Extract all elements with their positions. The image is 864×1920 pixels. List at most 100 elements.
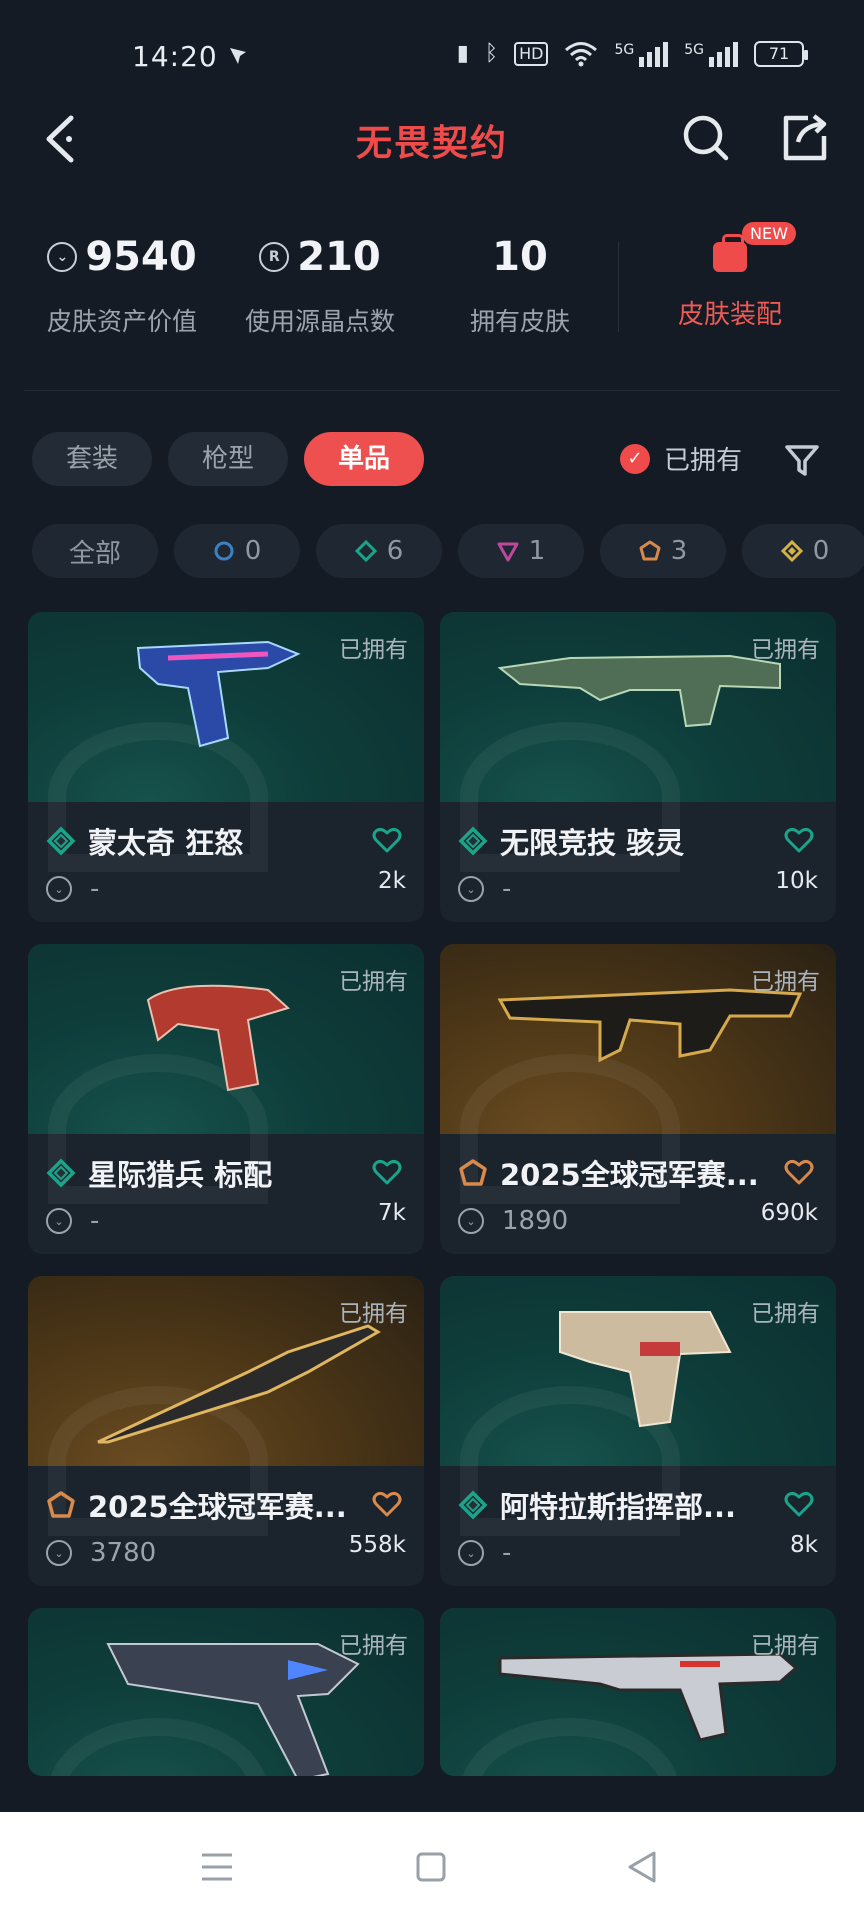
price-row: ⌄ - xyxy=(458,1538,511,1568)
skin-card[interactable]: 已拥有 xyxy=(28,1608,424,1776)
rarity-filter-row: 全部 0 6 1 3 0 xyxy=(32,524,864,580)
price-row: ⌄ 1890 xyxy=(458,1206,568,1236)
square-home-icon xyxy=(416,1852,446,1882)
search-icon xyxy=(683,115,729,161)
signal-bar-icon xyxy=(639,56,645,67)
skin-card[interactable]: 已拥有阿特拉斯指挥部... ⌄ - 8k xyxy=(440,1276,836,1586)
skin-name: 星际猎兵 标配 xyxy=(88,1158,273,1192)
stat-label: 皮肤资产价值 xyxy=(46,307,197,336)
premium-tier-icon xyxy=(497,542,519,562)
skin-card[interactable]: 已拥有 xyxy=(440,1608,836,1776)
skin-price: 3780 xyxy=(90,1538,157,1568)
tab-bundle[interactable]: 套装 xyxy=(32,432,153,486)
rarity-chip-all[interactable]: 全部 xyxy=(32,524,158,578)
rarity-chip-deluxe[interactable]: 6 xyxy=(316,524,442,578)
stat-value: 210 xyxy=(297,234,381,280)
back-nav-button[interactable] xyxy=(618,1842,668,1892)
owned-label: 已拥有 xyxy=(751,637,820,663)
signal-bar-icon xyxy=(717,51,722,67)
skin-artwork-area: 已拥有 xyxy=(28,1608,424,1776)
owned-label: 已拥有 xyxy=(751,1301,820,1327)
signal-bar-icon xyxy=(647,51,653,67)
skin-card[interactable]: 已拥有 2025全球冠军赛... ⌄ 1890 690k xyxy=(440,944,836,1254)
share-button[interactable] xyxy=(778,112,830,164)
skin-price: - xyxy=(90,874,100,904)
skin-card[interactable]: 已拥有 蒙太奇 狂怒 ⌄ - 2k xyxy=(28,612,424,922)
signal-2: 5G xyxy=(684,41,738,67)
asset-stats: ⌄ 9540 皮肤资产价值 R 210 使用源晶点数 10 拥有皮肤 NEW 皮… xyxy=(0,222,864,350)
stat-radianite: R 210 使用源晶点数 xyxy=(236,230,404,338)
deluxe-tier-icon xyxy=(354,540,377,562)
bag-icon xyxy=(713,234,747,272)
filter-button[interactable] xyxy=(782,440,822,480)
deluxe-tier-icon xyxy=(458,1490,488,1520)
skin-name: 无限竞技 骇灵 xyxy=(500,826,685,860)
triangle-back-icon xyxy=(628,1851,656,1883)
skin-loadout-button[interactable]: NEW 皮肤装配 xyxy=(650,222,810,331)
home-button[interactable] xyxy=(406,1842,456,1892)
vp-coin-icon: ⌄ xyxy=(458,1208,484,1234)
stat-label: 拥有皮肤 xyxy=(469,307,570,336)
like-count: 8k xyxy=(790,1532,818,1558)
skin-card[interactable]: 已拥有 无限竞技 骇灵 ⌄ - 10k xyxy=(440,612,836,922)
skin-name-row: 蒙太奇 狂怒 xyxy=(46,820,406,862)
like-count: 690k xyxy=(760,1200,818,1226)
skin-artwork-area: 已拥有 xyxy=(440,944,836,1204)
skin-card[interactable]: 已拥有 2025全球冠军赛... ⌄ 3780 558k xyxy=(28,1276,424,1586)
battery-icon: 71 xyxy=(754,41,808,67)
vp-coin-icon: ⌄ xyxy=(458,876,484,902)
rarity-count: 6 xyxy=(386,536,404,566)
skin-name: 阿特拉斯指挥部... xyxy=(500,1490,737,1524)
rarity-chip-ultra[interactable]: 0 xyxy=(742,524,864,578)
stat-asset-value: ⌄ 9540 皮肤资产价值 xyxy=(38,230,206,338)
deluxe-tier-icon xyxy=(46,1158,76,1188)
favorite-button[interactable] xyxy=(372,826,402,854)
select-tier-icon xyxy=(214,541,234,561)
owned-label: 已拥有 xyxy=(751,1633,820,1659)
category-tabs: 套装 枪型 单品 xyxy=(32,432,425,486)
menu-button[interactable] xyxy=(192,1842,242,1892)
tab-weapon-type[interactable]: 枪型 xyxy=(168,432,289,486)
owned-filter-toggle[interactable]: ✓ 已拥有 xyxy=(620,440,742,477)
favorite-button[interactable] xyxy=(784,1158,814,1186)
like-count: 7k xyxy=(378,1200,406,1226)
vp-coin-icon: ⌄ xyxy=(47,242,78,272)
rarity-chip-premium[interactable]: 1 xyxy=(458,524,584,578)
price-row: ⌄ 3780 xyxy=(46,1538,156,1568)
vp-coin-icon: ⌄ xyxy=(458,1540,484,1566)
wifi-icon xyxy=(565,42,598,67)
rarity-chip-select[interactable]: 0 xyxy=(174,524,300,578)
skin-name: 蒙太奇 狂怒 xyxy=(88,826,244,860)
rarity-count: 1 xyxy=(528,536,546,566)
skin-price: - xyxy=(502,874,512,904)
like-count: 558k xyxy=(348,1532,406,1558)
rarity-chip-exclusive[interactable]: 3 xyxy=(600,524,726,578)
favorite-button[interactable] xyxy=(784,1490,814,1518)
hd-icon: HD xyxy=(514,42,549,66)
page-title: 无畏契约 xyxy=(355,123,508,164)
favorite-button[interactable] xyxy=(784,826,814,854)
favorite-button[interactable] xyxy=(372,1158,402,1186)
tab-single-item[interactable]: 单品 xyxy=(304,432,425,486)
location-arrow-icon xyxy=(230,48,246,64)
skin-artwork-area: 已拥有 xyxy=(28,944,424,1204)
price-row: ⌄ - xyxy=(46,1206,99,1236)
funnel-icon xyxy=(785,445,819,476)
system-nav-bar xyxy=(0,1812,864,1920)
network-label-1: 5G xyxy=(614,41,635,58)
skin-name-row: 2025全球冠军赛... xyxy=(458,1152,818,1194)
stat-value: 10 xyxy=(492,234,548,280)
rarity-count: 3 xyxy=(670,536,688,566)
new-badge: NEW xyxy=(742,222,796,245)
skin-name: 2025全球冠军赛... xyxy=(500,1158,759,1192)
vp-coin-icon: ⌄ xyxy=(46,1540,72,1566)
favorite-button[interactable] xyxy=(372,1490,402,1518)
owned-label: 已拥有 xyxy=(339,969,408,995)
price-row: ⌄ - xyxy=(458,874,511,904)
skin-name-row: 无限竞技 骇灵 xyxy=(458,820,818,862)
skin-card[interactable]: 已拥有星际猎兵 标配 ⌄ - 7k xyxy=(28,944,424,1254)
search-button[interactable] xyxy=(680,112,732,164)
rarity-chip-label: 全部 xyxy=(68,538,121,569)
divider xyxy=(618,242,619,332)
checkmark-icon: ✓ xyxy=(620,443,650,474)
